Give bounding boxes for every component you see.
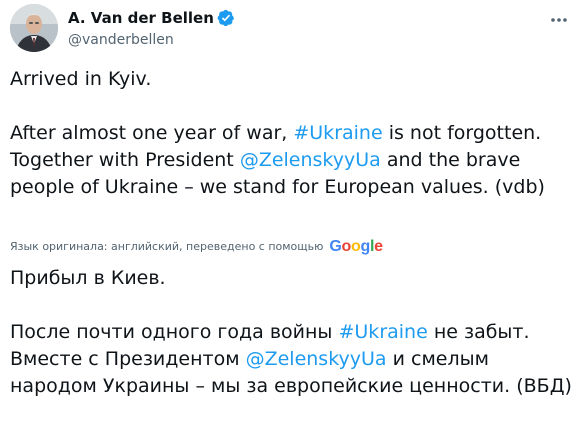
- tweet-text-segment: After almost one year of war,: [10, 122, 294, 144]
- tweet-text: Arrived in Kyiv. After almost one year o…: [10, 66, 580, 201]
- name-row: A. Van der Bellen: [68, 8, 235, 28]
- translation-attribution: Язык оригинала: английский, переведено с…: [10, 237, 383, 257]
- translation-note-text: Язык оригинала: английский, переведено с…: [10, 240, 324, 253]
- translated-text-segment: После почти одного года войны: [10, 321, 339, 343]
- profile-photo: [10, 4, 58, 52]
- mention-zelenskyyua-link[interactable]: @ZelenskyyUa: [240, 149, 381, 171]
- tweet-line-arrived: Arrived in Kyiv.: [10, 68, 152, 90]
- translated-mention-zelenskyyua-link[interactable]: @ZelenskyyUa: [246, 348, 387, 370]
- translated-paragraph: После почти одного года войны #Ukraine н…: [10, 319, 580, 400]
- author-display-name[interactable]: A. Van der Bellen: [68, 8, 214, 28]
- google-logo[interactable]: Google: [329, 237, 383, 257]
- translated-hashtag-ukraine-link[interactable]: #Ukraine: [338, 321, 427, 343]
- tweet: A. Van der Bellen @vanderbellen Arrived …: [0, 0, 585, 434]
- author-identity: A. Van der Bellen @vanderbellen: [68, 8, 235, 50]
- translated-line-arrived: Прибыл в Киев.: [10, 267, 166, 289]
- tweet-header: A. Van der Bellen @vanderbellen: [10, 4, 575, 56]
- translated-tweet-text: Прибыл в Киев. После почти одного года в…: [10, 265, 580, 400]
- verified-badge-icon[interactable]: [217, 9, 235, 27]
- hashtag-ukraine-link[interactable]: #Ukraine: [293, 122, 382, 144]
- more-options-icon[interactable]: [547, 10, 571, 30]
- author-handle[interactable]: @vanderbellen: [68, 30, 235, 50]
- avatar[interactable]: [10, 4, 58, 52]
- tweet-paragraph: After almost one year of war, #Ukraine i…: [10, 120, 580, 201]
